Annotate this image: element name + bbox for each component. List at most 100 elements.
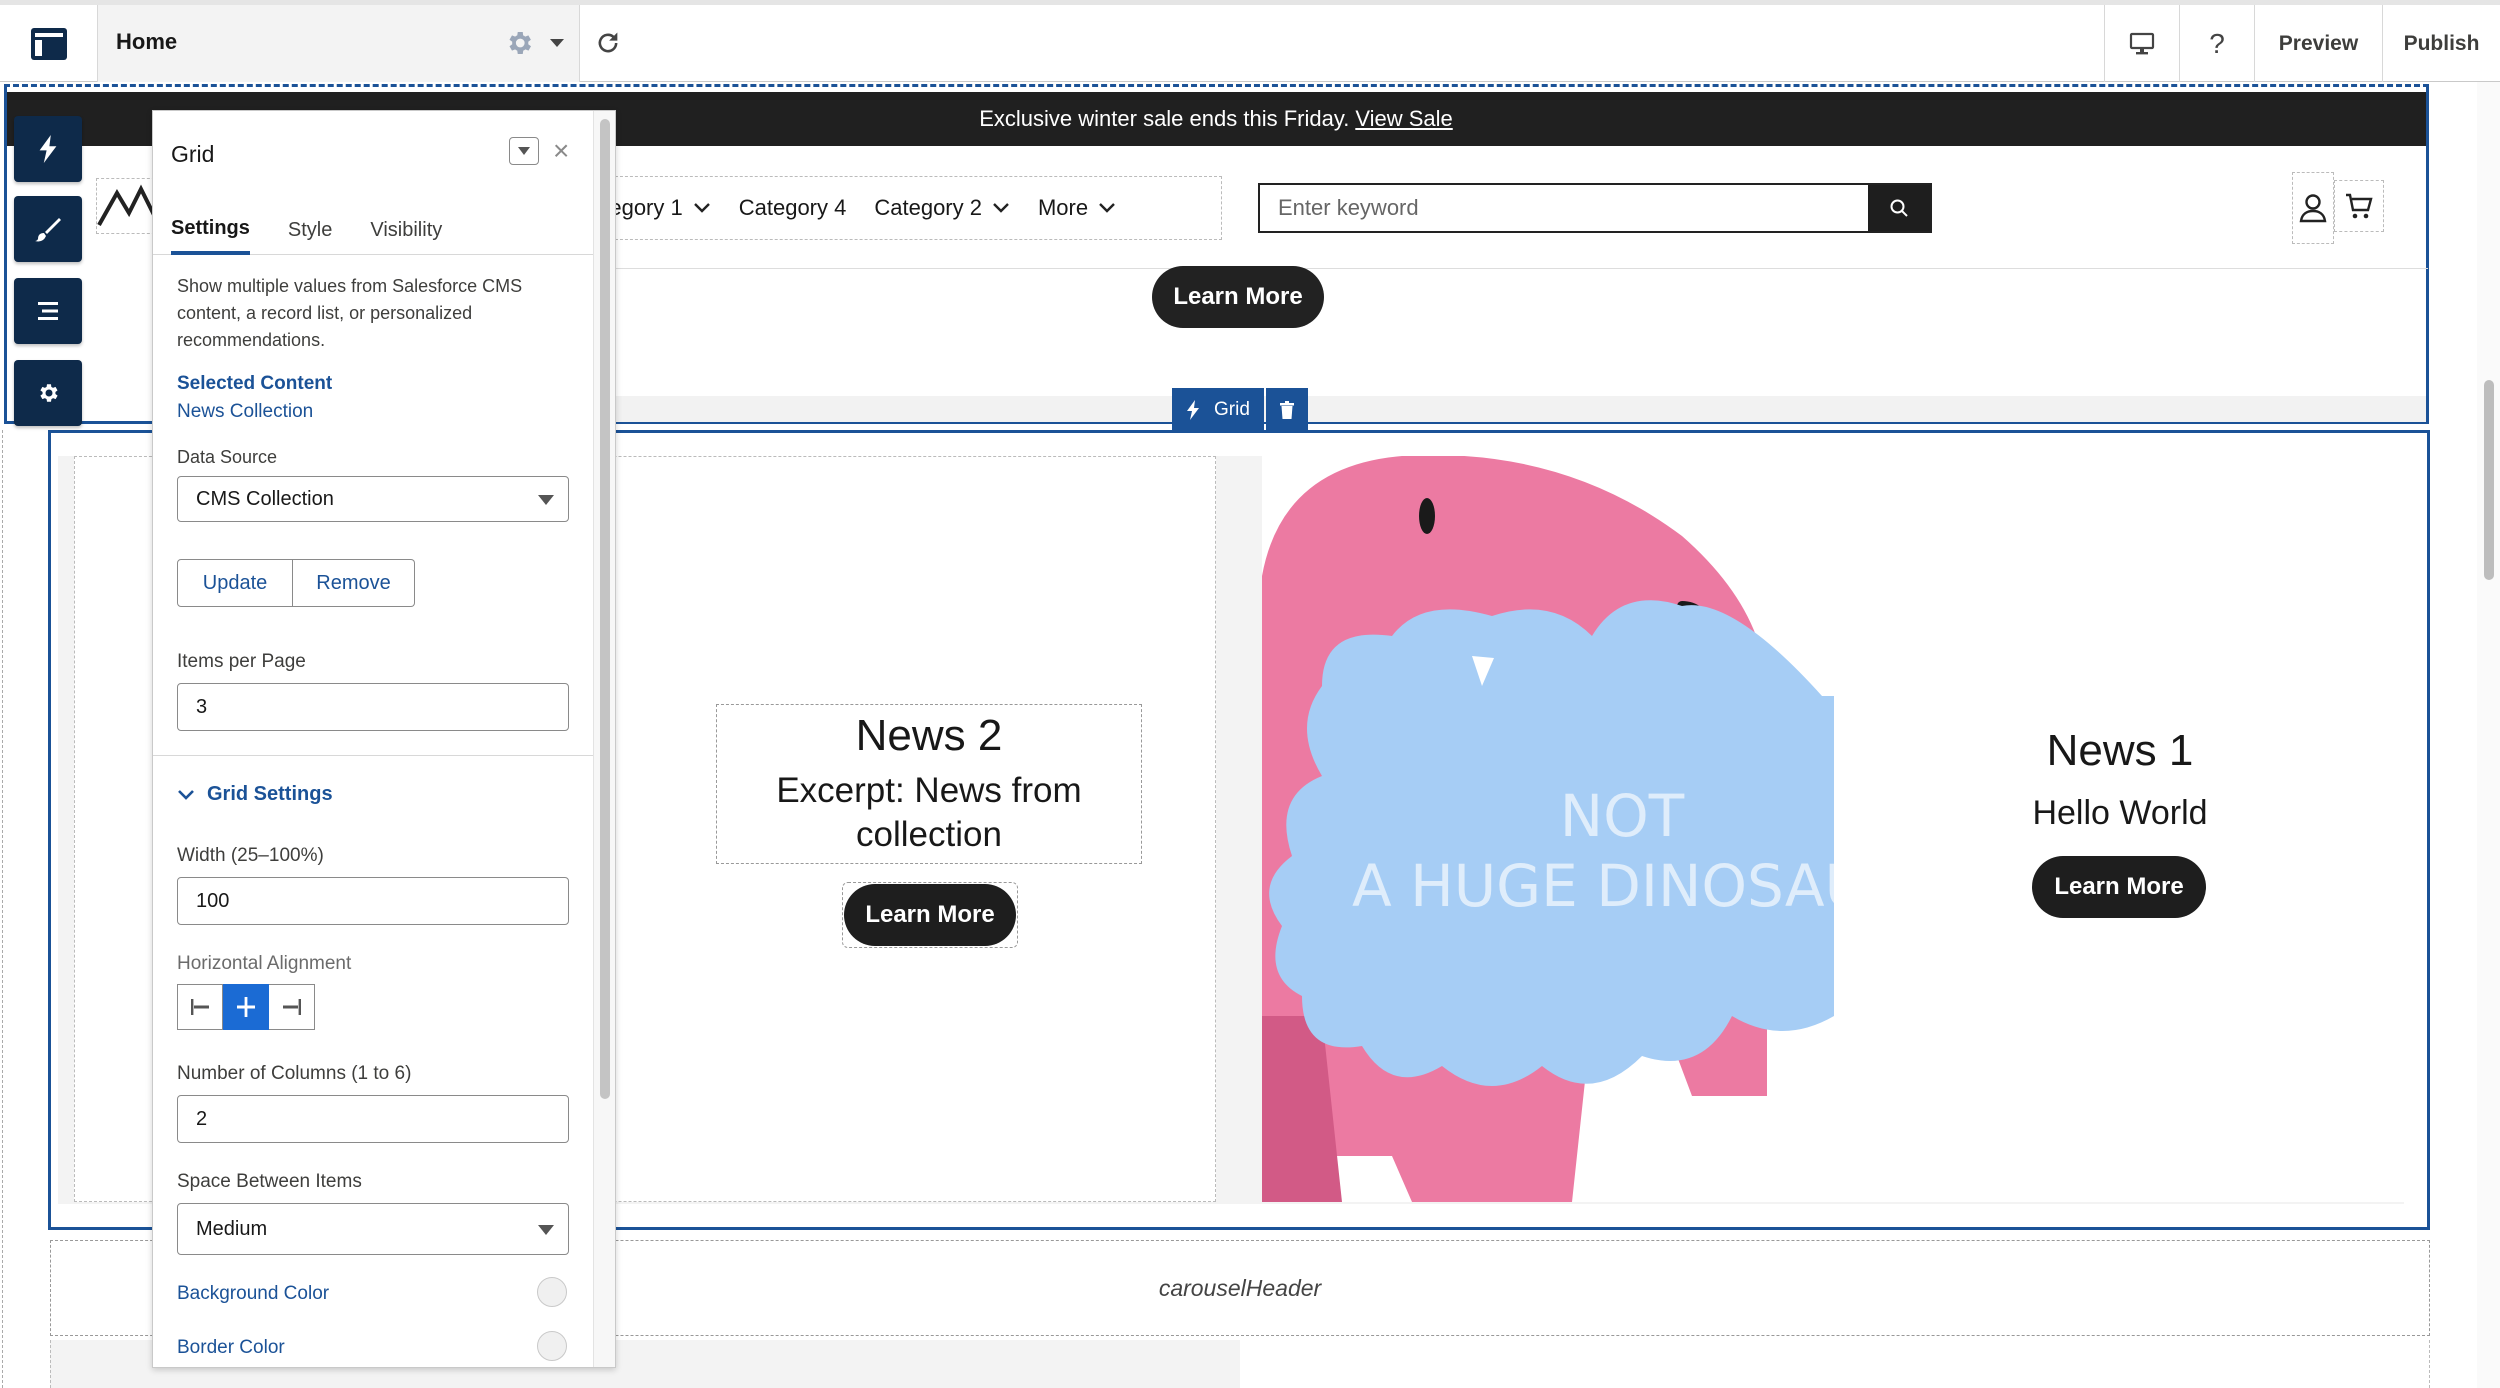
canvas-edge	[2, 430, 3, 1388]
items-per-page-label: Items per Page	[177, 651, 306, 672]
chevron-down-icon	[1099, 203, 1115, 213]
nav-item-label: Category 4	[738, 195, 847, 220]
align-right-button[interactable]	[269, 984, 315, 1030]
horizontal-alignment-group	[177, 984, 315, 1030]
gear-icon[interactable]	[504, 28, 534, 58]
site-navigation: ategory 1 Category 4 Category 2 More	[590, 176, 1222, 240]
section-divider	[153, 755, 593, 756]
news-1-image[interactable]: NOT A HUGE DINOSAU	[1262, 456, 1834, 1202]
caret-down-icon	[538, 1225, 554, 1235]
chevron-down-icon	[693, 203, 710, 213]
selected-content-value[interactable]: News Collection	[177, 401, 313, 423]
space-between-label: Space Between Items	[177, 1171, 362, 1192]
components-button[interactable]	[14, 116, 82, 182]
panel-description: Show multiple values from Salesforce CMS…	[177, 276, 523, 350]
grid-settings-toggle[interactable]: Grid Settings	[177, 783, 333, 806]
search-button[interactable]	[1868, 185, 1930, 231]
grid-chip-label-wrap[interactable]: Grid	[1172, 388, 1264, 432]
items-per-page-input[interactable]: 3	[177, 683, 569, 731]
border-color-label: Border Color	[177, 1337, 285, 1358]
nav-item-category-4[interactable]: Category 4	[739, 195, 847, 221]
page-structure-button[interactable]	[14, 278, 82, 344]
user-icon	[2299, 194, 2327, 223]
news-2-text-block[interactable]: News 2 Excerpt: News from collection	[716, 704, 1142, 864]
layout-icon	[30, 27, 67, 60]
chevron-down-icon	[178, 789, 194, 800]
canvas-scrollbar[interactable]	[2477, 82, 2500, 1388]
lightning-icon	[1187, 400, 1199, 420]
search-input[interactable]	[1260, 185, 1868, 231]
data-source-value: CMS Collection	[196, 487, 334, 510]
trash-icon	[1279, 401, 1294, 419]
site-logo[interactable]	[96, 178, 161, 234]
nav-item-category-2[interactable]: Category 2	[874, 195, 1010, 221]
news-2-learn-more-button[interactable]: Learn More	[844, 884, 1016, 946]
theme-button[interactable]	[14, 196, 82, 262]
news-1-learn-more-button[interactable]: Learn More	[2032, 856, 2206, 918]
grid-component-chip[interactable]: Grid	[1172, 388, 1308, 432]
content-actions: Update Remove	[177, 559, 415, 607]
tab-settings[interactable]: Settings	[171, 205, 250, 255]
panel-scroll-thumb[interactable]	[600, 119, 610, 1099]
remove-button[interactable]: Remove	[293, 559, 415, 607]
data-source-select[interactable]: CMS Collection	[177, 476, 569, 522]
width-input[interactable]: 100	[177, 877, 569, 925]
grid-chip-label: Grid	[1214, 399, 1250, 420]
desktop-icon	[2129, 32, 2155, 54]
align-left-button[interactable]	[177, 984, 223, 1030]
space-between-value: Medium	[196, 1217, 268, 1240]
grid-settings-label: Grid Settings	[207, 783, 333, 805]
device-preview-button[interactable]	[2104, 5, 2179, 82]
page-title: Home	[116, 29, 178, 54]
align-right-icon	[282, 999, 301, 1015]
cart-icon	[2346, 193, 2373, 219]
tab-visibility[interactable]: Visibility	[370, 205, 442, 255]
border-color-swatch[interactable]	[537, 1331, 567, 1361]
preview-button[interactable]: Preview	[2254, 5, 2382, 82]
brush-icon	[35, 218, 61, 242]
panel-title: Grid	[171, 141, 215, 167]
selected-content-label: Selected Content	[177, 373, 333, 394]
dinosaur-illustration: NOT A HUGE DINOSAU	[1262, 456, 1834, 1202]
delete-component-button[interactable]	[1265, 388, 1308, 432]
chevron-down-icon[interactable]	[550, 39, 564, 47]
align-center-button[interactable]	[223, 984, 269, 1030]
news-1-title: News 1	[2046, 726, 2194, 775]
columns-label: Number of Columns (1 to 6)	[177, 1063, 412, 1084]
next-section-right	[1240, 1340, 2430, 1388]
nav-item-more[interactable]: More	[1038, 195, 1116, 221]
width-label: Width (25–100%)	[177, 845, 324, 866]
refresh-icon[interactable]	[594, 29, 622, 57]
panel-menu-button[interactable]	[509, 137, 539, 165]
image-caption-line-1: NOT	[1560, 782, 1685, 850]
header-learn-more-button[interactable]: Learn More	[1152, 266, 1324, 328]
columns-input[interactable]: 2	[177, 1095, 569, 1143]
chevron-down-icon	[518, 147, 530, 155]
page-selector[interactable]: Home	[98, 5, 580, 82]
cart-button[interactable]	[2334, 180, 2384, 232]
horizontal-alignment-label: Horizontal Alignment	[177, 953, 352, 974]
sidebar-toggle-button[interactable]	[0, 5, 98, 82]
section-spacer	[550, 396, 2426, 422]
site-search	[1258, 183, 1932, 233]
tab-style[interactable]: Style	[288, 205, 332, 255]
canvas-scroll-thumb[interactable]	[2484, 380, 2494, 580]
news-2-excerpt: Excerpt: News from collection	[776, 771, 1082, 854]
image-caption-line-2: A HUGE DINOSAU	[1352, 852, 1834, 920]
close-icon[interactable]: ×	[553, 137, 569, 165]
builder-toolbar: Home ? Preview Publish	[0, 0, 2500, 82]
nav-item-label: More	[1037, 195, 1089, 220]
user-profile-button[interactable]	[2292, 172, 2334, 244]
update-button[interactable]: Update	[177, 559, 293, 607]
grid-properties-panel: Grid × Settings Style Visibility Show mu…	[152, 110, 616, 1368]
settings-button[interactable]	[14, 360, 82, 426]
chevron-down-icon	[993, 203, 1009, 213]
align-center-icon	[236, 997, 255, 1017]
gear-icon	[40, 384, 58, 402]
background-color-swatch[interactable]	[537, 1277, 567, 1307]
help-button[interactable]: ?	[2179, 5, 2254, 82]
panel-tabs: Settings Style Visibility	[153, 205, 593, 255]
nav-item-label: Category 2	[874, 195, 982, 220]
space-between-select[interactable]: Medium	[177, 1203, 569, 1255]
publish-button[interactable]: Publish	[2382, 5, 2500, 82]
